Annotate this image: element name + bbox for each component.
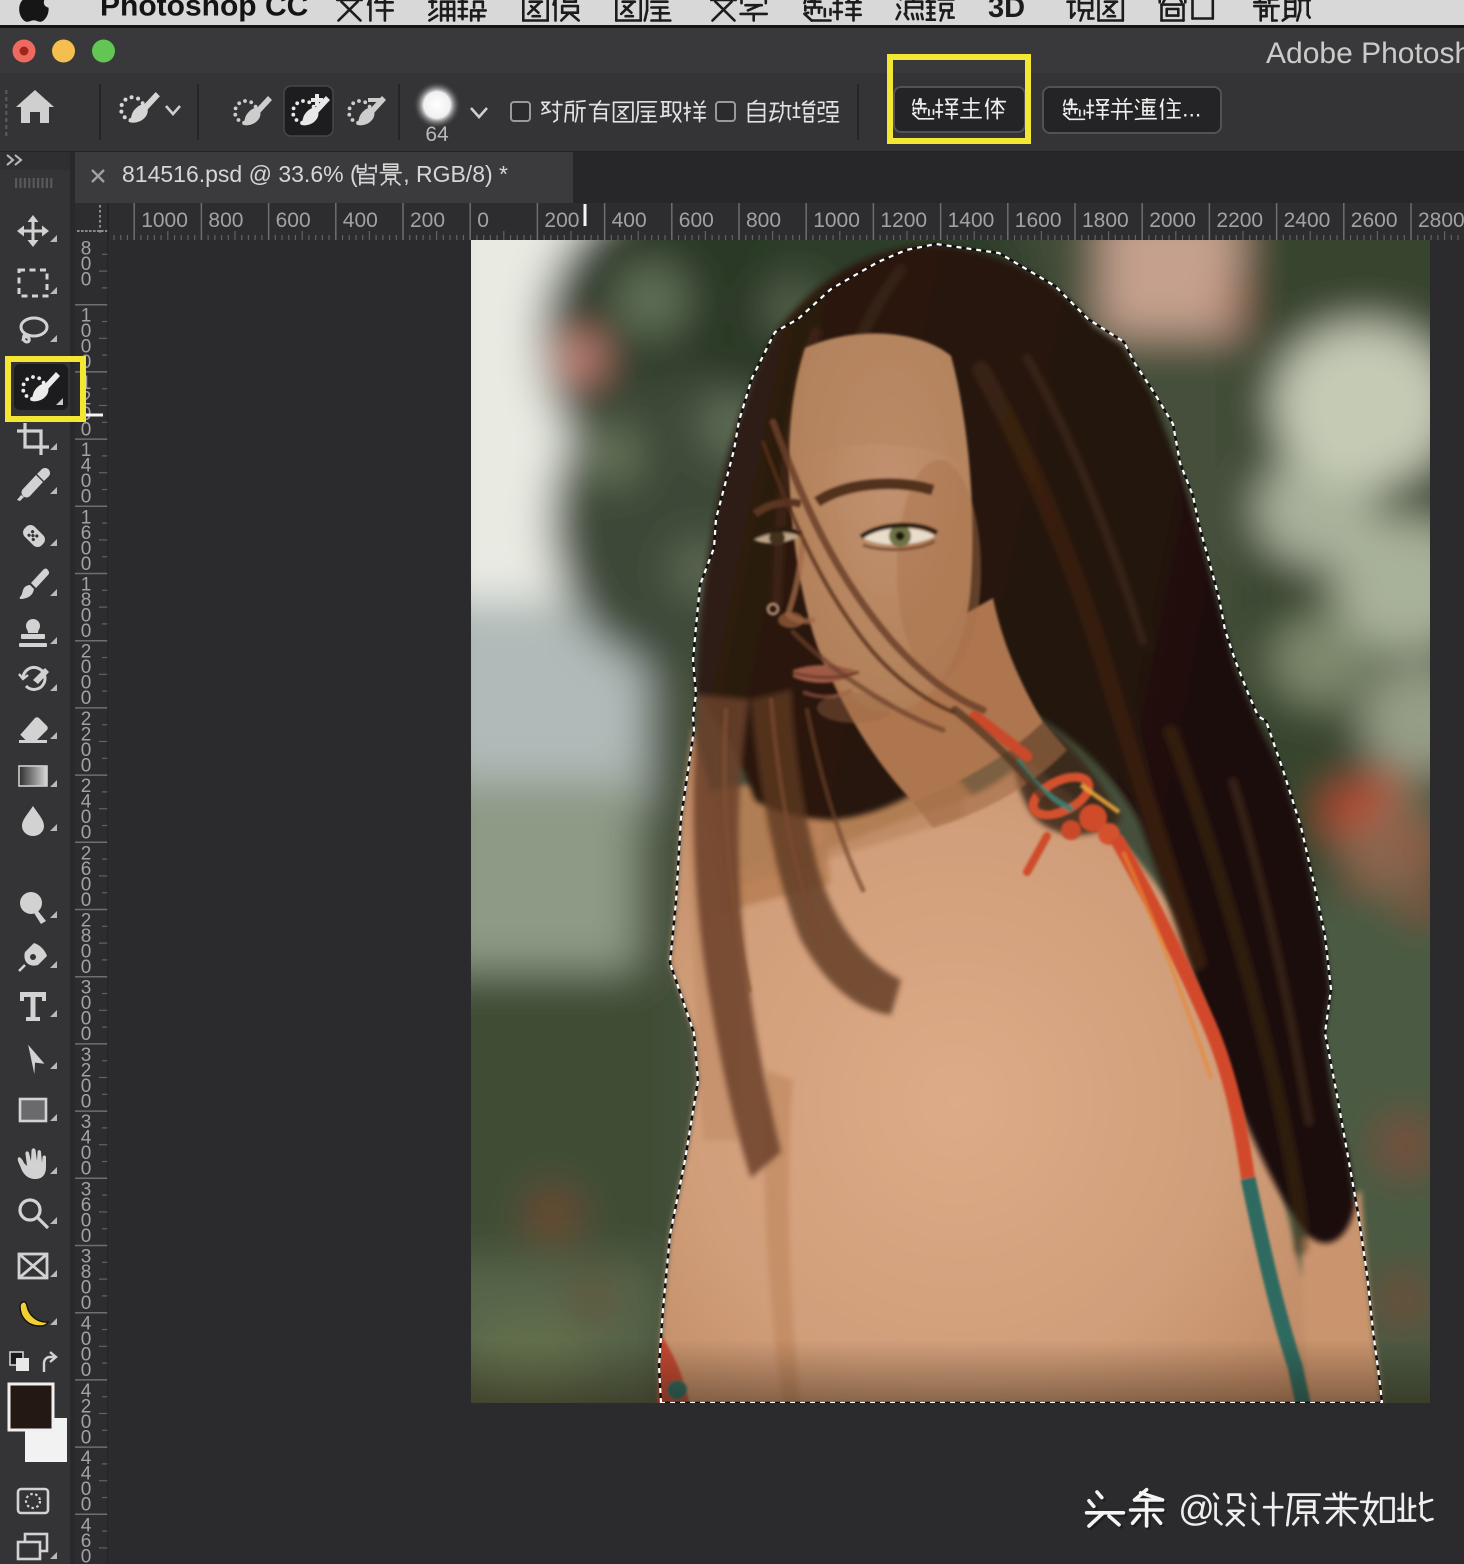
svg-text:1600: 1600 — [1015, 209, 1062, 232]
svg-text:0: 0 — [81, 1024, 92, 1045]
svg-text:1800: 1800 — [1082, 209, 1129, 232]
svg-text:0: 0 — [81, 1159, 92, 1180]
svg-text:1000: 1000 — [141, 209, 188, 232]
svg-text:800: 800 — [746, 209, 781, 232]
svg-text:2800: 2800 — [1418, 209, 1464, 232]
svg-text:0: 0 — [81, 688, 92, 709]
svg-text:0: 0 — [81, 823, 92, 844]
svg-text:0: 0 — [477, 209, 489, 232]
svg-text:0: 0 — [81, 487, 92, 508]
svg-text:0: 0 — [81, 1360, 92, 1381]
svg-text:0: 0 — [81, 1427, 92, 1448]
svg-text:200: 200 — [544, 209, 579, 232]
svg-text:0: 0 — [81, 270, 92, 291]
svg-text:600: 600 — [679, 209, 714, 232]
svg-text:0: 0 — [81, 957, 92, 978]
svg-text:0: 0 — [81, 1226, 92, 1247]
svg-text:0: 0 — [81, 554, 92, 575]
svg-text:400: 400 — [612, 209, 647, 232]
svg-text:2600: 2600 — [1351, 209, 1398, 232]
svg-text:400: 400 — [343, 209, 378, 232]
svg-text:0: 0 — [81, 755, 92, 776]
svg-text:0: 0 — [81, 419, 92, 440]
svg-text:@: @ — [1178, 1488, 1215, 1529]
svg-text:Photoshop CC: Photoshop CC — [100, 0, 308, 23]
svg-text:1200: 1200 — [880, 209, 927, 232]
svg-text:3D: 3D — [988, 0, 1025, 24]
svg-text:2200: 2200 — [1216, 209, 1263, 232]
svg-text:2000: 2000 — [1149, 209, 1196, 232]
svg-text:2400: 2400 — [1284, 209, 1331, 232]
svg-text:200: 200 — [410, 209, 445, 232]
svg-text:...: ... — [1182, 95, 1201, 121]
svg-text:0: 0 — [81, 890, 92, 911]
svg-text:600: 600 — [276, 209, 311, 232]
svg-text:0: 0 — [81, 1293, 92, 1314]
svg-text:1400: 1400 — [948, 209, 995, 232]
svg-text:Adobe Photoshop: Adobe Photoshop — [1266, 37, 1464, 70]
svg-text:0: 0 — [81, 621, 92, 642]
svg-text:0: 0 — [81, 1091, 92, 1112]
svg-text:0: 0 — [81, 1495, 92, 1516]
svg-text:800: 800 — [208, 209, 243, 232]
svg-text:1000: 1000 — [813, 209, 860, 232]
svg-text:, RGB/8) *: , RGB/8) * — [403, 161, 508, 187]
svg-text:64: 64 — [425, 123, 449, 146]
svg-text:814516.psd @ 33.6% (: 814516.psd @ 33.6% ( — [122, 161, 358, 187]
